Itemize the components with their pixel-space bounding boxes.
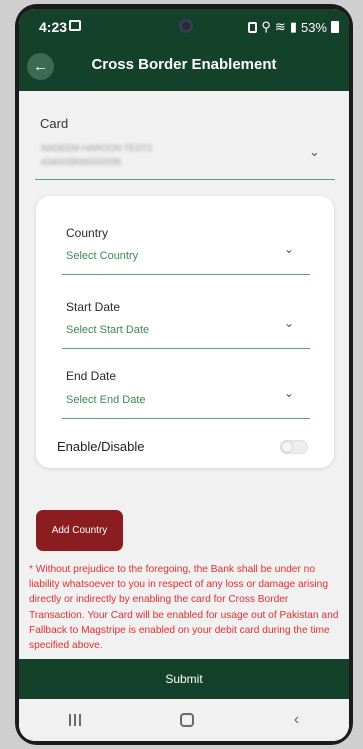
battery-percent: 53% xyxy=(300,19,327,35)
back-nav-button[interactable]: ‹ xyxy=(294,711,299,729)
gallery-notification-icon xyxy=(69,20,81,31)
wifi-icon: ≋ xyxy=(274,19,286,34)
end-date-label: End Date xyxy=(66,369,117,383)
disclaimer-text: * Without prejudice to the foregoing, th… xyxy=(29,564,339,652)
start-date-select[interactable]: Select Start Date xyxy=(66,324,149,336)
status-right: ⚲ ≋ ▮ 53% xyxy=(248,19,339,35)
enable-disable-label: Enable/Disable xyxy=(57,439,145,454)
chevron-down-icon[interactable]: ⌄ xyxy=(284,386,294,400)
toggle-knob xyxy=(282,442,292,452)
country-label: Country xyxy=(66,226,109,240)
battery-saver-icon xyxy=(248,21,258,33)
country-underline xyxy=(62,274,310,275)
add-country-button[interactable]: Add Country xyxy=(36,510,123,551)
card-selector-value[interactable]: NADEEM HAROON TEST2 4340039000000095 xyxy=(41,141,152,169)
chevron-down-icon[interactable]: ⌄ xyxy=(284,316,294,330)
app-header: 4:23 ⚲ ≋ ▮ 53% ← Cross Border Enablement xyxy=(19,9,349,91)
card-holder-name: NADEEM HAROON TEST2 xyxy=(41,143,152,153)
status-bar: 4:23 ⚲ ≋ ▮ 53% xyxy=(19,9,349,45)
start-date-underline xyxy=(62,348,310,349)
submit-button[interactable]: Submit xyxy=(19,659,349,699)
start-date-label: Start Date xyxy=(66,300,121,314)
form-panel: Country Select Country ⌄ Start Date Sele… xyxy=(36,196,334,468)
chevron-down-icon[interactable]: ⌄ xyxy=(284,242,294,256)
chevron-down-icon[interactable]: ⌄ xyxy=(309,144,320,160)
end-date-select[interactable]: Select End Date xyxy=(66,394,146,406)
country-select[interactable]: Select Country xyxy=(66,250,138,262)
card-underline xyxy=(35,179,335,180)
battery-icon xyxy=(331,21,339,33)
page-title: Cross Border Enablement xyxy=(91,56,277,73)
front-camera xyxy=(179,19,193,33)
phone-frame: 4:23 ⚲ ≋ ▮ 53% ← Cross Border Enablement… xyxy=(0,0,363,749)
screen: 4:23 ⚲ ≋ ▮ 53% ← Cross Border Enablement… xyxy=(19,9,349,741)
recent-apps-button[interactable] xyxy=(68,714,81,726)
end-date-underline xyxy=(62,418,310,419)
home-button[interactable] xyxy=(180,713,195,727)
status-time: 4:23 xyxy=(39,19,68,35)
signal-icon: ▮ xyxy=(289,19,297,34)
enable-disable-toggle[interactable] xyxy=(280,440,308,454)
location-icon: ⚲ xyxy=(261,19,271,34)
card-number: 4340039000000095 xyxy=(41,157,122,167)
card-label: Card xyxy=(40,116,69,131)
system-nav-bar: ‹ xyxy=(19,699,349,741)
